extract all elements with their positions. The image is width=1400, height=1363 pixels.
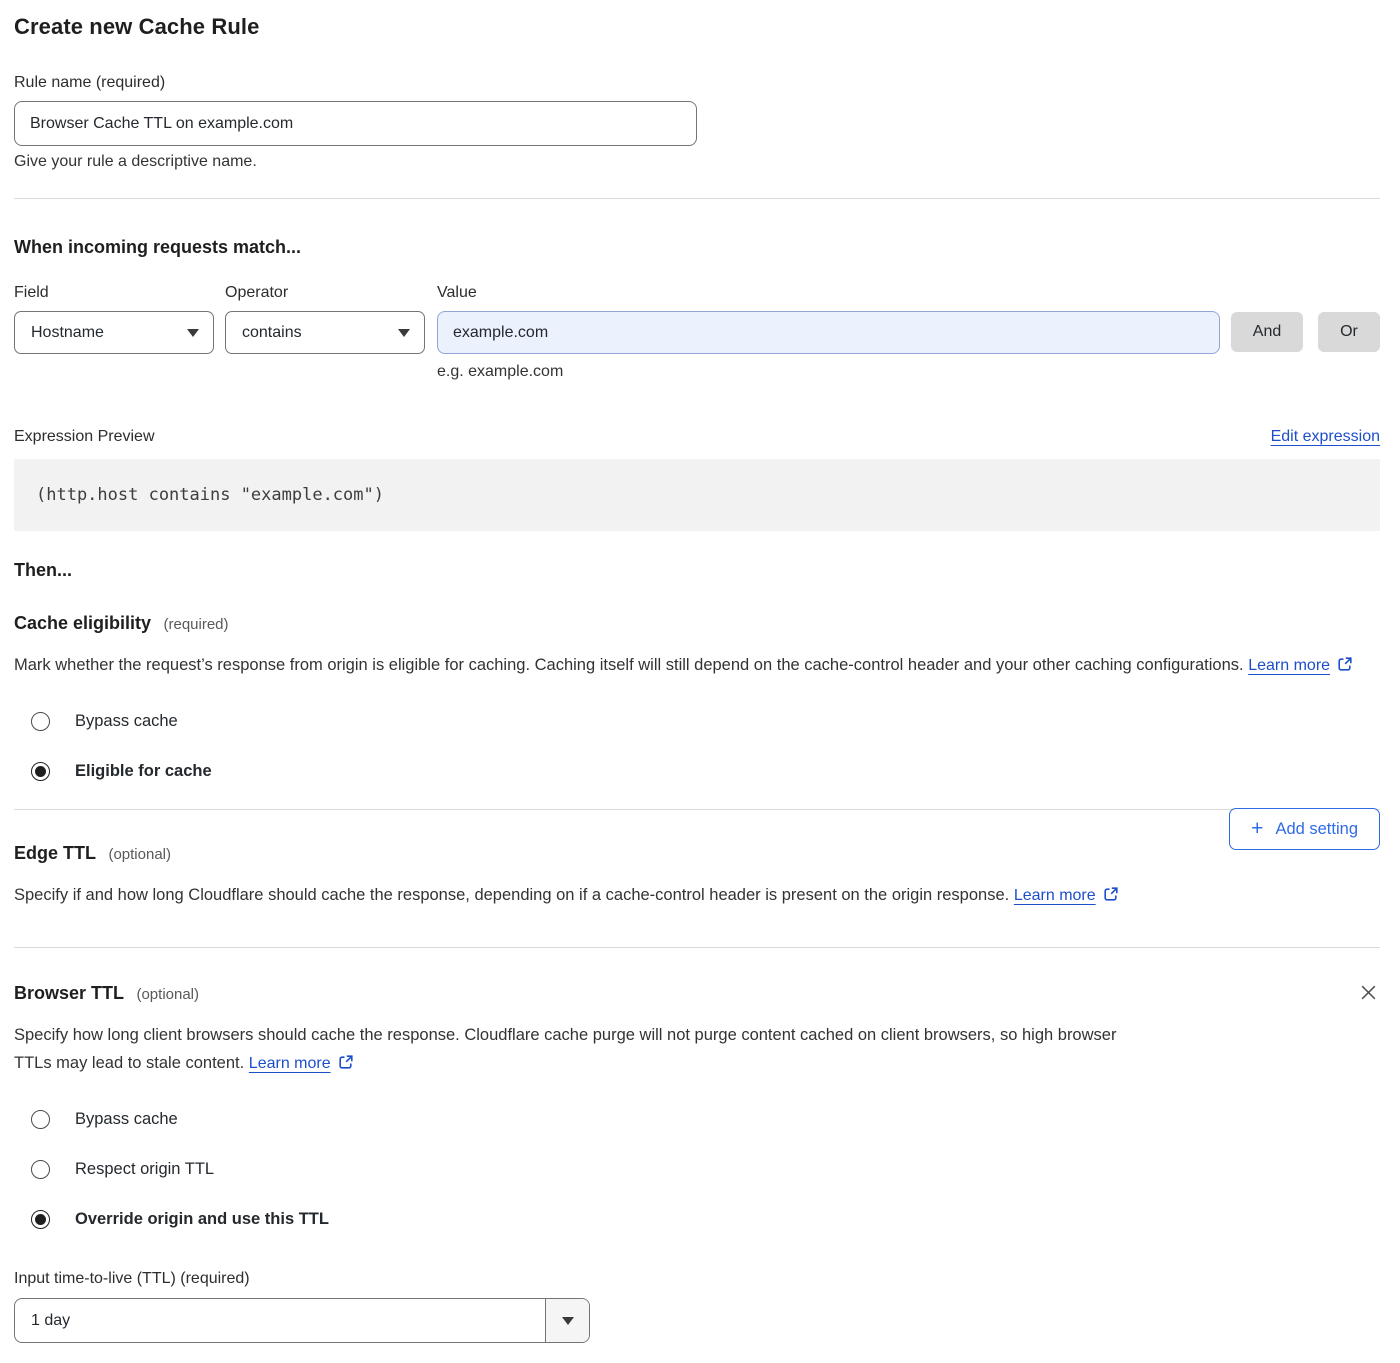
rule-name-input[interactable] [14, 101, 697, 146]
browser-ttl-learn-more-link[interactable]: Learn more [249, 1055, 331, 1072]
browser-ttl-section: Browser TTL (optional) Specify how long … [14, 948, 1380, 1343]
edge-ttl-heading: Edge TTL (optional) [14, 843, 1380, 864]
expression-code: (http.host contains "example.com") [36, 485, 384, 505]
browser-ttl-qualifier: (optional) [136, 986, 199, 1003]
radio-override-origin-ttl[interactable]: Override origin and use this TTL [14, 1210, 1380, 1229]
cache-eligibility-description: Mark whether the request’s response from… [14, 651, 1354, 681]
ttl-select-arrow-button[interactable] [545, 1299, 589, 1342]
browser-ttl-options: Bypass cache Respect origin TTL Override… [14, 1110, 1380, 1229]
radio-icon[interactable] [31, 712, 50, 731]
page-title: Create new Cache Rule [14, 14, 1380, 40]
radio-icon[interactable] [31, 1110, 50, 1129]
then-heading: Then... [14, 560, 1380, 581]
browser-ttl-description: Specify how long client browsers should … [14, 1021, 1134, 1079]
close-browser-ttl-button[interactable] [1357, 981, 1380, 1007]
chevron-down-icon [562, 1317, 574, 1325]
edge-ttl-description: Specify if and how long Cloudflare shoul… [14, 881, 1164, 911]
field-select[interactable]: Hostname [14, 311, 214, 354]
or-button[interactable]: Or [1318, 312, 1380, 352]
and-button[interactable]: And [1231, 312, 1303, 352]
rule-name-helper: Give your rule a descriptive name. [14, 153, 1380, 171]
radio-bypass-cache[interactable]: Bypass cache [14, 712, 1380, 731]
external-link-icon [1337, 658, 1353, 676]
external-link-icon [338, 1056, 354, 1074]
edge-ttl-section: + Add setting Edge TTL (optional) Specif… [14, 810, 1380, 911]
radio-icon[interactable] [31, 1160, 50, 1179]
field-select-value: Hostname [31, 324, 104, 342]
cache-eligibility-title: Cache eligibility [14, 613, 151, 633]
ttl-select[interactable]: 1 day [14, 1298, 590, 1343]
radio-icon[interactable] [31, 762, 50, 781]
match-section-heading: When incoming requests match... [14, 237, 1380, 258]
cache-eligibility-learn-more-link[interactable]: Learn more [1248, 657, 1330, 674]
operator-select[interactable]: contains [225, 311, 425, 354]
value-input[interactable] [437, 311, 1220, 354]
expression-code-block: (http.host contains "example.com") [14, 459, 1380, 531]
operator-select-value: contains [242, 324, 302, 342]
match-condition-row: Field Hostname Operator contains Value A… [14, 284, 1380, 354]
browser-ttl-title: Browser TTL [14, 983, 124, 1003]
radio-bypass-cache-browser[interactable]: Bypass cache [14, 1110, 1380, 1129]
divider [14, 198, 1380, 199]
field-label: Field [14, 284, 214, 302]
chevron-down-icon [398, 329, 410, 337]
external-link-icon [1103, 888, 1119, 906]
edge-ttl-title: Edge TTL [14, 843, 96, 863]
browser-ttl-heading: Browser TTL (optional) [14, 983, 1380, 1004]
radio-eligible-for-cache[interactable]: Eligible for cache [14, 762, 1380, 781]
expression-preview-label: Expression Preview [14, 428, 155, 446]
close-icon [1359, 990, 1378, 1005]
radio-respect-origin-ttl[interactable]: Respect origin TTL [14, 1160, 1380, 1179]
value-label: Value [437, 284, 1220, 302]
ttl-input-label: Input time-to-live (TTL) (required) [14, 1270, 1380, 1288]
operator-label: Operator [225, 284, 425, 302]
edit-expression-link[interactable]: Edit expression [1271, 428, 1380, 446]
ttl-select-value: 1 day [15, 1299, 545, 1342]
add-setting-button[interactable]: + Add setting [1229, 808, 1380, 850]
radio-icon[interactable] [31, 1210, 50, 1229]
create-cache-rule-form: Create new Cache Rule Rule name (require… [0, 0, 1400, 1363]
cache-eligibility-heading: Cache eligibility (required) [14, 613, 1380, 634]
chevron-down-icon [187, 329, 199, 337]
plus-icon: + [1251, 818, 1263, 839]
edge-ttl-learn-more-link[interactable]: Learn more [1014, 887, 1096, 904]
cache-eligibility-options: Bypass cache Eligible for cache [14, 712, 1380, 781]
edge-ttl-qualifier: (optional) [108, 846, 171, 863]
cache-eligibility-qualifier: (required) [164, 616, 229, 633]
value-helper: e.g. example.com [437, 363, 1380, 381]
rule-name-label: Rule name (required) [14, 74, 1380, 92]
